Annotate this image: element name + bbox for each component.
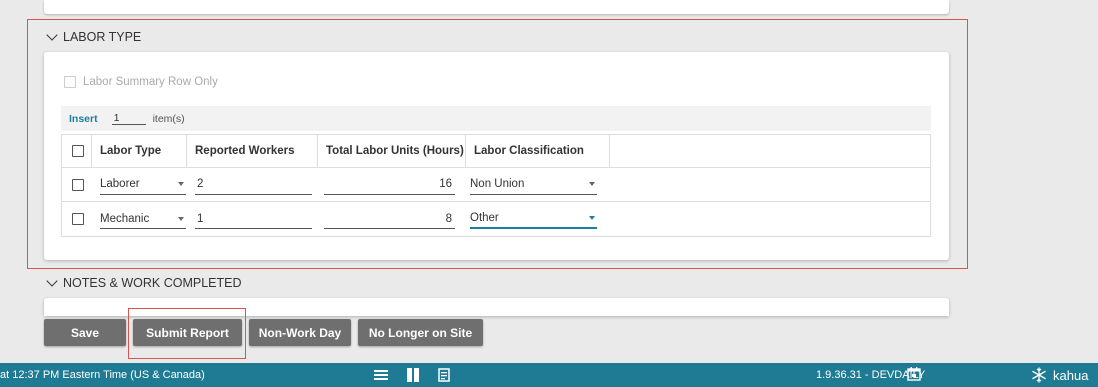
- document-view-icon[interactable]: [438, 368, 450, 382]
- dropdown-arrow-icon: [589, 216, 595, 220]
- labor-type-select[interactable]: Mechanic: [100, 209, 186, 229]
- labor-classification-select[interactable]: Non Union: [470, 175, 597, 195]
- column-header-labor-classification[interactable]: Labor Classification: [466, 135, 610, 167]
- kahua-snowflake-icon: [1031, 367, 1047, 383]
- non-work-day-button[interactable]: Non-Work Day: [249, 319, 351, 346]
- labor-summary-label: Labor Summary Row Only: [83, 76, 218, 88]
- labor-type-value: Laborer: [100, 178, 140, 190]
- insert-bar: Insert 1 item(s): [61, 106, 931, 131]
- grid-header-row: Labor Type Reported Workers Total Labor …: [62, 135, 930, 168]
- column-header-reported-workers[interactable]: Reported Workers: [187, 135, 318, 167]
- select-all-checkbox[interactable]: [72, 145, 84, 157]
- labor-hours-input[interactable]: 8: [324, 209, 455, 229]
- split-view-icon[interactable]: [406, 368, 420, 382]
- labor-hours-value: 8: [445, 212, 452, 225]
- column-header-total-labor-units[interactable]: Total Labor Units (Hours): [318, 135, 466, 167]
- table-row: Laborer 2 16 Non Union: [62, 168, 930, 202]
- dropdown-arrow-icon: [178, 216, 184, 221]
- calendar-icon[interactable]: [907, 366, 921, 384]
- reported-workers-value: 2: [197, 178, 204, 190]
- labor-summary-row: Labor Summary Row Only: [64, 76, 218, 88]
- menu-icon[interactable]: [374, 369, 388, 381]
- labor-grid: Labor Type Reported Workers Total Labor …: [61, 134, 931, 237]
- column-header-labor-type[interactable]: Labor Type: [92, 135, 187, 167]
- labor-classification-select[interactable]: Other: [470, 209, 597, 229]
- labor-summary-checkbox: [64, 76, 76, 88]
- chevron-down-icon: [46, 29, 58, 41]
- no-longer-on-site-button[interactable]: No Longer on Site: [358, 319, 483, 346]
- table-row: Mechanic 1 8 Other: [62, 202, 930, 236]
- brand-name: kahua: [1053, 367, 1089, 383]
- dropdown-arrow-icon: [589, 182, 595, 186]
- dropdown-arrow-icon: [178, 182, 184, 186]
- submit-report-highlight: [128, 308, 246, 359]
- labor-type-value: Mechanic: [100, 212, 150, 225]
- insert-link[interactable]: Insert: [69, 113, 98, 125]
- reported-workers-value: 1: [197, 212, 204, 225]
- labor-type-header: LABOR TYPE: [63, 30, 142, 44]
- chevron-down-icon: [46, 275, 58, 287]
- kahua-logo: kahua: [1031, 367, 1088, 383]
- row-checkbox[interactable]: [72, 213, 84, 225]
- labor-type-section-toggle[interactable]: LABOR TYPE: [46, 29, 142, 44]
- save-button[interactable]: Save: [44, 319, 126, 346]
- labor-classification-value: Other: [470, 212, 499, 224]
- reported-workers-input[interactable]: 2: [195, 175, 312, 195]
- insert-qty-input[interactable]: 1: [111, 112, 146, 125]
- notes-header: NOTES & WORK COMPLETED: [63, 276, 242, 290]
- row-checkbox[interactable]: [72, 178, 84, 191]
- notes-section-toggle[interactable]: NOTES & WORK COMPLETED: [46, 275, 242, 290]
- previous-section-card: [44, 0, 949, 14]
- insert-items-label: item(s): [152, 112, 185, 125]
- labor-hours-input[interactable]: 16: [324, 175, 455, 195]
- labor-classification-value: Non Union: [470, 178, 525, 190]
- labor-type-select[interactable]: Laborer: [100, 175, 186, 195]
- status-timestamp: at 12:37 PM Eastern Time (US & Canada): [0, 369, 205, 381]
- labor-hours-value: 16: [439, 178, 452, 190]
- action-bar: Save Submit Report Non-Work Day No Longe…: [44, 319, 490, 346]
- status-bar: at 12:37 PM Eastern Time (US & Canada) 1…: [0, 363, 1098, 387]
- view-toggle-group: [374, 368, 468, 382]
- reported-workers-input[interactable]: 1: [195, 209, 312, 229]
